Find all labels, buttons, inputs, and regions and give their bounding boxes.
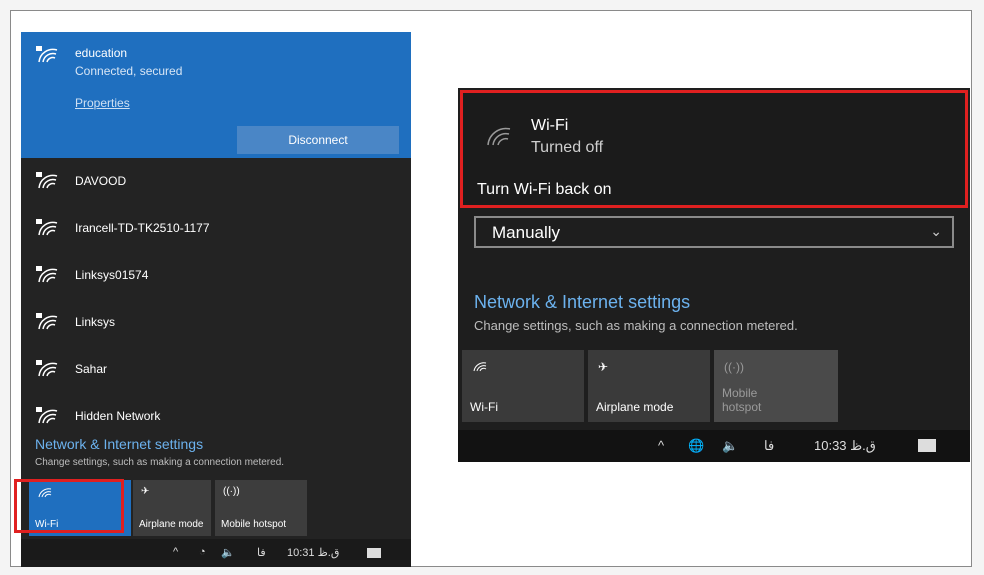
tile-label: Airplane mode — [596, 400, 674, 414]
network-name: Linksys — [75, 315, 116, 329]
chevron-down-icon: ⌄ — [930, 223, 942, 239]
secured-wifi-icon — [36, 313, 58, 330]
network-name: Irancell-TD-TK2510-1177 — [75, 221, 210, 235]
network-item-linksys[interactable]: Linksys — [21, 303, 411, 343]
wifi-title: Wi-Fi — [531, 117, 569, 134]
language-indicator[interactable]: فا — [257, 546, 266, 559]
network-settings-link[interactable]: Network & Internet settings — [35, 436, 203, 452]
secured-wifi-icon — [36, 219, 58, 236]
select-value: Manually — [492, 223, 561, 242]
tile-label: Wi-Fi — [470, 400, 498, 414]
network-flyout-right: Wi-Fi Turned off Turn Wi-Fi back on Manu… — [458, 88, 970, 462]
secured-wifi-icon — [36, 266, 58, 283]
wifi-tile-highlight — [14, 479, 124, 533]
secured-wifi-icon — [36, 46, 58, 63]
clock[interactable]: 10:31 ق.ظ — [287, 546, 339, 559]
turn-on-timing-select[interactable]: Manually ⌄ — [474, 216, 954, 248]
network-item-hidden[interactable]: Hidden Network — [21, 397, 411, 437]
wifi-off-icon — [487, 127, 511, 146]
chevron-up-icon[interactable]: ^ — [658, 438, 664, 453]
taskbar: ^ ◔ 🔈 فا 10:31 ق.ظ — [21, 539, 411, 567]
airplane-mode-tile[interactable]: ✈ Airplane mode — [588, 350, 710, 422]
network-name: Hidden Network — [75, 409, 161, 423]
network-item-linksys01574[interactable]: Linksys01574 — [21, 256, 411, 296]
connected-network-card[interactable]: education Connected, secured Properties … — [21, 32, 411, 158]
airplane-icon: ✈ — [598, 360, 609, 374]
volume-icon[interactable]: 🔈 — [221, 546, 235, 559]
network-name: DAVOOD — [75, 174, 127, 188]
network-settings-link[interactable]: Network & Internet settings — [474, 292, 690, 313]
disconnect-button[interactable]: Disconnect — [237, 126, 399, 154]
network-settings-subtitle: Change settings, such as making a connec… — [474, 318, 798, 333]
tile-label: Mobile hotspot — [221, 519, 287, 530]
network-settings-subtitle: Change settings, such as making a connec… — [35, 457, 285, 468]
mobile-hotspot-tile[interactable]: ((·)) Mobile hotspot — [714, 350, 838, 422]
wifi-tile[interactable]: Wi-Fi — [462, 350, 584, 422]
taskbar: ^ 🌐 🔈 فا 10:33 ق.ظ — [458, 430, 970, 462]
secured-wifi-icon — [36, 360, 58, 377]
tile-label: Airplane mode — [139, 519, 204, 530]
network-name: Sahar — [75, 362, 108, 376]
airplane-icon: ✈ — [141, 486, 150, 497]
clock[interactable]: 10:33 ق.ظ — [814, 438, 876, 454]
turn-wifi-back-on-label: Turn Wi-Fi back on — [477, 181, 612, 198]
secured-wifi-icon — [36, 172, 58, 189]
wifi-off-card: Wi-Fi Turned off Turn Wi-Fi back on — [460, 90, 968, 208]
network-item-sahar[interactable]: Sahar — [21, 350, 411, 390]
secured-wifi-icon — [36, 407, 58, 424]
volume-icon[interactable]: 🔈 — [722, 438, 738, 454]
connected-network-name: education — [75, 46, 128, 60]
wifi-icon — [473, 362, 487, 372]
network-tray-icon[interactable]: ◔ — [199, 546, 206, 558]
notifications-icon[interactable] — [918, 439, 936, 452]
properties-link[interactable]: Properties — [75, 96, 130, 110]
language-indicator[interactable]: فا — [764, 438, 774, 454]
hotspot-icon: ((·)) — [724, 360, 744, 374]
tile-label: Mobile hotspot — [722, 386, 762, 414]
airplane-mode-tile[interactable]: ✈ Airplane mode — [133, 480, 211, 536]
hotspot-icon: ((·)) — [223, 486, 240, 497]
wifi-status: Turned off — [531, 139, 604, 156]
connected-network-status: Connected, secured — [75, 64, 183, 78]
network-item-davood[interactable]: DAVOOD — [21, 162, 411, 202]
chevron-up-icon[interactable]: ^ — [173, 546, 178, 558]
globe-icon[interactable]: 🌐 — [688, 438, 704, 454]
network-name: Linksys01574 — [75, 268, 149, 282]
notifications-icon[interactable] — [367, 548, 381, 558]
network-item-irancell[interactable]: Irancell-TD-TK2510-1177 — [21, 209, 411, 249]
mobile-hotspot-tile[interactable]: ((·)) Mobile hotspot — [215, 480, 307, 536]
